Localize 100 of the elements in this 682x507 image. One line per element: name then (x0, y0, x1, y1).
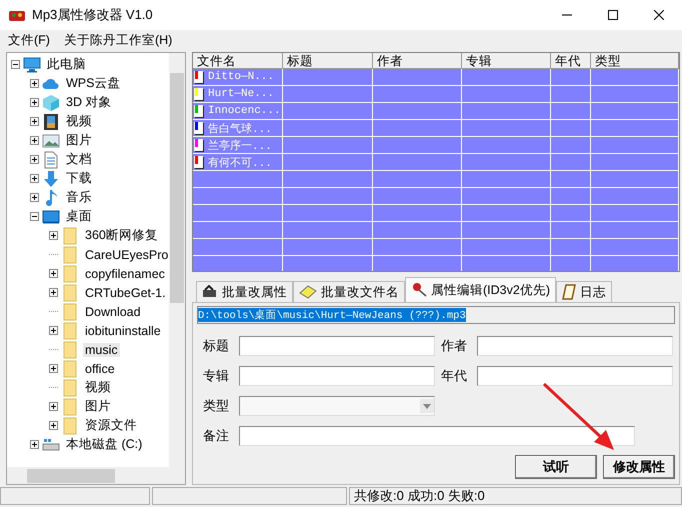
note-icon (562, 284, 576, 300)
folder-icon (63, 284, 77, 302)
tree-item[interactable]: copyfilenamec (83, 266, 167, 280)
expand-toggle[interactable] (49, 288, 58, 297)
field-label: 类型 (203, 397, 230, 415)
tab[interactable]: 批量改属性 (196, 281, 293, 302)
tree-item[interactable]: 桌面 (64, 208, 94, 225)
menu-item[interactable]: 文件(F) (8, 32, 50, 48)
tree-item[interactable]: 视频 (64, 113, 94, 130)
table-cell (551, 137, 591, 154)
cube-icon (42, 94, 60, 112)
window-title: Mp3属性修改器 V1.0 (32, 6, 154, 24)
tree-item[interactable]: 此电脑 (45, 56, 88, 73)
field-label: 备注 (203, 427, 230, 445)
table-cell (551, 120, 591, 137)
tab[interactable]: 日志 (556, 281, 612, 302)
tree-item[interactable]: iobituninstalle (83, 324, 163, 338)
folder-icon (63, 264, 77, 282)
expand-toggle[interactable] (49, 402, 58, 411)
down-arrow-icon (43, 170, 59, 188)
expand-toggle[interactable] (30, 79, 39, 88)
tree-item[interactable]: 资源文件 (83, 417, 139, 434)
tree-item[interactable]: 文档 (64, 151, 94, 168)
folder-icon (63, 226, 77, 244)
input-field[interactable] (477, 366, 673, 386)
tree-item[interactable]: WPS云盘 (64, 75, 122, 92)
expand-toggle[interactable] (30, 155, 39, 164)
folder-icon (63, 302, 77, 320)
table-cell (551, 188, 591, 205)
expand-toggle[interactable] (49, 421, 58, 430)
column-header[interactable]: 专辑 (462, 53, 551, 69)
expand-toggle[interactable] (30, 136, 39, 145)
expand-toggle[interactable] (30, 98, 39, 107)
expand-toggle[interactable] (30, 174, 39, 183)
tree-item[interactable]: 本地磁盘 (C:) (64, 436, 144, 453)
path-field[interactable]: D:\tools\桌面\music\Hurt—NewJeans (???).mp3 (197, 306, 675, 324)
expand-toggle[interactable] (30, 440, 39, 449)
table-cell (551, 154, 591, 171)
folder-icon (63, 322, 77, 340)
table-cell (551, 239, 591, 256)
genre-dropdown[interactable] (239, 396, 435, 416)
tree-item[interactable]: 360断网修复 (83, 227, 160, 244)
table-cell (551, 86, 591, 103)
table-cell (551, 103, 591, 120)
desktop-icon (42, 210, 60, 224)
vertical-scrollbar[interactable] (169, 53, 185, 467)
tree-item[interactable]: music (83, 342, 120, 356)
folder-icon (63, 398, 77, 416)
tab[interactable]: 属性编辑(ID3v2优先) (405, 277, 556, 302)
tree-item[interactable]: 图片 (83, 398, 113, 415)
input-field[interactable] (477, 336, 673, 356)
folder-icon (63, 378, 77, 396)
tab[interactable]: 批量改文件名 (293, 281, 405, 302)
table-cell (551, 69, 591, 86)
action-button[interactable]: 修改属性 (603, 455, 675, 479)
document-icon (44, 150, 58, 168)
folder-icon (63, 246, 77, 264)
field-label: 专辑 (203, 367, 230, 385)
tree-item[interactable]: 视频 (83, 379, 113, 396)
collapse-toggle[interactable] (30, 212, 39, 221)
maximize-icon (608, 10, 618, 20)
picture-icon (42, 134, 60, 148)
menu-item[interactable]: 关于陈丹工作室(H) (64, 32, 172, 48)
field-label: 标题 (203, 337, 230, 355)
action-button[interactable]: 试听 (515, 455, 597, 479)
tree-item[interactable]: Download (83, 304, 143, 318)
table-cell (551, 171, 591, 188)
drive-icon (42, 438, 60, 452)
column-header[interactable]: 文件名 (193, 53, 283, 69)
input-field[interactable] (239, 336, 435, 356)
tree-item[interactable]: 3D 对象 (64, 94, 114, 111)
music-note-icon (44, 188, 58, 206)
column-header[interactable]: 标题 (283, 53, 373, 69)
machine-icon (202, 285, 218, 299)
column-header[interactable]: 年代 (551, 53, 591, 69)
expand-toggle[interactable] (49, 326, 58, 335)
folder-icon (63, 360, 77, 378)
close-icon (654, 10, 664, 20)
column-header[interactable]: 作者 (373, 53, 462, 69)
tree-item[interactable]: CareUEyesPro (83, 248, 169, 262)
expand-toggle[interactable] (30, 193, 39, 202)
tree-item[interactable]: 下载 (64, 170, 94, 187)
field-label: 年代 (441, 367, 468, 385)
eraser-icon (299, 285, 317, 299)
tree-item[interactable]: office (83, 362, 117, 376)
monitor-icon (23, 56, 41, 72)
input-field[interactable] (239, 366, 435, 386)
column-header[interactable]: 类型 (591, 53, 679, 69)
tree-item[interactable]: 音乐 (64, 189, 94, 206)
expand-toggle[interactable] (49, 231, 58, 240)
expand-toggle[interactable] (49, 364, 58, 373)
horizontal-scrollbar[interactable] (7, 467, 185, 484)
tree-item[interactable]: 图片 (64, 132, 94, 149)
folder-icon (63, 416, 77, 434)
tree-item[interactable]: CRTubeGet-1. (83, 286, 168, 300)
expand-toggle[interactable] (30, 117, 39, 126)
input-field[interactable] (239, 426, 635, 446)
collapse-toggle[interactable] (11, 60, 20, 69)
film-icon (43, 112, 59, 130)
expand-toggle[interactable] (49, 269, 58, 278)
